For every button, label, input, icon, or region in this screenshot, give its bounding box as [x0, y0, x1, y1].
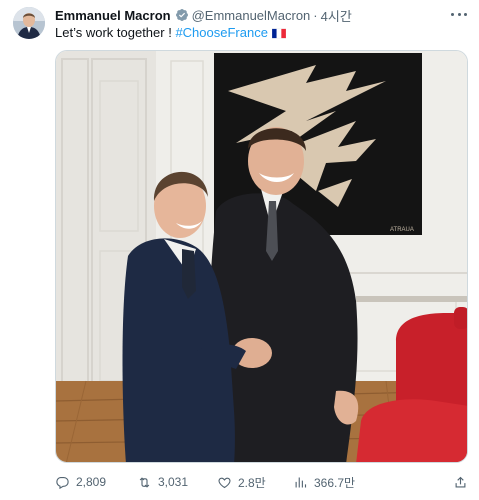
avatar[interactable]	[13, 7, 45, 39]
reply-button[interactable]: 2,809	[55, 472, 106, 492]
hashtag-link[interactable]: #ChooseFrance	[175, 25, 268, 40]
tweet-text: Let’s work together ! #ChooseFrance	[55, 24, 286, 41]
views-button[interactable]: 366.7만	[293, 472, 355, 492]
separator-dot: ·	[313, 7, 318, 23]
tweet-photo[interactable]: ATRAUA	[55, 50, 468, 463]
author-handle[interactable]: @EmmanuelMacron	[192, 8, 311, 23]
verified-badge-icon	[175, 8, 189, 22]
views-icon	[295, 477, 307, 487]
repost-count: 3,031	[158, 475, 189, 489]
repost-button[interactable]: 3,031	[137, 472, 188, 492]
more-dots-icon[interactable]	[451, 8, 467, 20]
artwork-signature: ATRAUA	[390, 227, 414, 233]
flag-france-icon	[271, 28, 286, 39]
author-name[interactable]: Emmanuel Macron	[55, 8, 171, 23]
like-icon	[218, 477, 231, 488]
share-button[interactable]	[453, 472, 468, 492]
repost-icon	[139, 476, 150, 488]
like-button[interactable]: 2.8만	[217, 472, 266, 492]
tweet: Emmanuel Macron @EmmanuelMacron · 4시간 Le…	[0, 0, 479, 500]
tweet-text-body: Let’s work together !	[55, 25, 176, 40]
share-icon	[455, 476, 466, 487]
like-count: 2.8만	[238, 475, 266, 490]
tweet-header: Emmanuel Macron @EmmanuelMacron · 4시간	[55, 6, 449, 24]
tweet-time[interactable]: 4시간	[321, 6, 352, 25]
reply-count: 2,809	[76, 475, 107, 489]
tweet-actions: 2,809 3,031 2.8만 366.7만	[55, 472, 475, 492]
reply-icon	[56, 476, 69, 489]
views-count: 366.7만	[314, 475, 356, 490]
